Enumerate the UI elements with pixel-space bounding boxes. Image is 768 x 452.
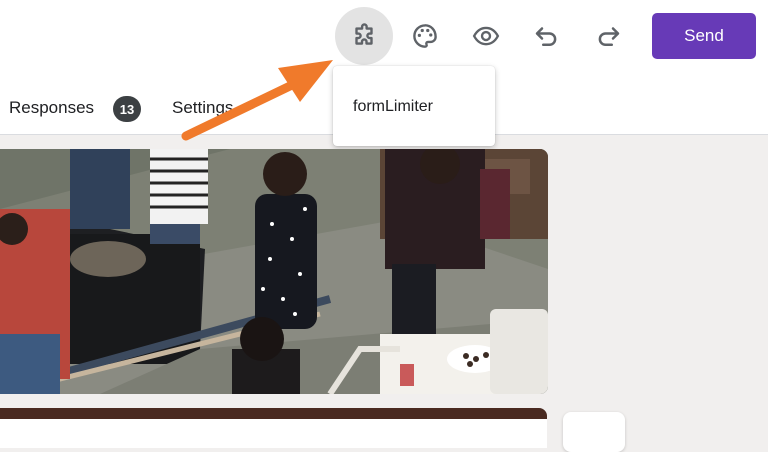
undo-button[interactable] bbox=[518, 7, 576, 65]
palette-icon bbox=[413, 24, 437, 48]
redo-icon bbox=[598, 27, 620, 46]
eye-preview-icon bbox=[472, 26, 500, 46]
undo-icon bbox=[535, 27, 557, 46]
preview-button[interactable] bbox=[457, 7, 515, 65]
form-title-card[interactable] bbox=[0, 408, 547, 448]
tab-settings[interactable]: Settings bbox=[172, 98, 233, 118]
tab-responses[interactable]: Responses bbox=[9, 98, 94, 118]
addons-button[interactable] bbox=[335, 7, 393, 65]
palette-button[interactable] bbox=[396, 7, 454, 65]
addon-item-formlimiter[interactable]: formLimiter bbox=[353, 98, 433, 116]
form-header-image bbox=[0, 149, 548, 394]
addons-dropdown-menu: formLimiter bbox=[333, 66, 495, 146]
floating-side-panel bbox=[563, 412, 625, 452]
responses-count-badge: 13 bbox=[113, 96, 141, 122]
send-button[interactable]: Send bbox=[652, 13, 756, 59]
puzzle-addons-icon bbox=[355, 23, 373, 45]
redo-button[interactable] bbox=[579, 7, 637, 65]
